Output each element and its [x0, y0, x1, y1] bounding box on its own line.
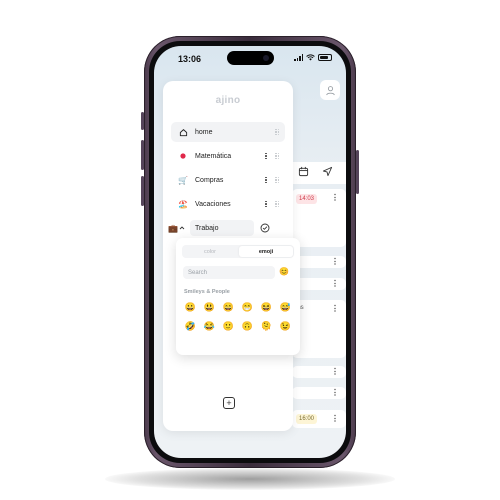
drag-handle-icon[interactable]	[273, 199, 281, 209]
user-icon	[325, 85, 335, 95]
status-bar: 13:06	[154, 46, 346, 72]
emoji-option[interactable]: 🙂	[219, 320, 238, 333]
phone-side-button	[141, 112, 144, 130]
more-options-icon[interactable]: ⋮	[331, 193, 339, 202]
stage: 13:06 14:03 ⋮ ⋮ ⋮ ⋮ ⋮ ⋮ 16:00 ⋮ ajino ho…	[0, 0, 500, 500]
task-card[interactable]: ons ⋮	[292, 300, 346, 358]
send-icon[interactable]	[322, 166, 333, 177]
battery-icon	[318, 54, 332, 61]
more-options-icon[interactable]	[262, 199, 270, 209]
drag-handle-icon[interactable]	[273, 127, 281, 137]
sidebar-item-label: home	[195, 128, 213, 136]
sidebar-item-label: Vacaciones	[195, 200, 231, 208]
emoji-option[interactable]: 🤣	[181, 320, 200, 333]
toolbar	[288, 162, 346, 184]
device-shadow	[105, 468, 395, 490]
shopping-cart-icon: 🛒	[178, 175, 188, 185]
emoji-option[interactable]: 😅	[276, 301, 295, 314]
tab-emoji[interactable]: emoji	[239, 246, 293, 257]
emoji-picker-trigger[interactable]: 💼	[168, 220, 190, 236]
signal-icon	[294, 54, 303, 61]
wifi-icon	[306, 54, 315, 61]
task-card[interactable]: 16:00 ⋮	[292, 410, 346, 428]
status-icons	[294, 54, 332, 61]
skin-tone-button[interactable]: 😊	[279, 267, 289, 276]
new-list-row: 💼 Trabajo	[168, 219, 280, 237]
task-card[interactable]: ⋮	[292, 256, 346, 268]
sidebar-item-matematica[interactable]: Matemática	[171, 146, 285, 166]
phone-power-button	[356, 150, 359, 194]
more-options-icon[interactable]	[262, 175, 270, 185]
more-options-icon[interactable]: ⋮	[331, 414, 339, 423]
emoji-search-input[interactable]: Search	[183, 266, 275, 279]
beach-umbrella-icon: 🏖️	[178, 199, 188, 209]
sidebar-item-label: Matemática	[195, 152, 232, 160]
emoji-category-label: Smileys & People	[184, 289, 230, 295]
red-dot-icon	[177, 150, 189, 162]
task-card[interactable]: ⋮	[292, 387, 346, 399]
status-time: 13:06	[178, 54, 202, 64]
home-icon	[177, 126, 189, 138]
emoji-option[interactable]: 🙃	[238, 320, 257, 333]
task-card[interactable]: ⋮	[292, 366, 346, 378]
time-chip: 14:03	[296, 194, 318, 204]
confirm-button[interactable]	[258, 221, 272, 235]
more-options-icon[interactable]: ⋮	[331, 279, 339, 288]
sidebar-item-vacaciones[interactable]: 🏖️ Vacaciones	[171, 194, 285, 214]
emoji-option[interactable]: 😄	[219, 301, 238, 314]
picker-tabs: color emoji	[182, 245, 294, 258]
more-options-icon[interactable]: ⋮	[331, 257, 339, 266]
phone-side-button	[141, 140, 144, 170]
emoji-option[interactable]: 😁	[238, 301, 257, 314]
task-card[interactable]: 14:03 ⋮	[292, 189, 346, 247]
phone-side-button	[141, 176, 144, 206]
emoji-option[interactable]: 😀	[181, 301, 200, 314]
more-options-icon[interactable]: ⋮	[331, 367, 339, 376]
emoji-grid: 😀 😃 😄 😁 😆 😅 🤣 😂 🙂 🙃 🫠 😉	[181, 301, 295, 333]
profile-button[interactable]	[320, 80, 340, 100]
sidebar-item-compras[interactable]: 🛒 Compras	[171, 170, 285, 190]
emoji-picker: color emoji Search 😊 Smileys & People 😀 …	[176, 238, 300, 355]
emoji-option[interactable]: 😂	[200, 320, 219, 333]
sidebar-item-home[interactable]: home	[171, 122, 285, 142]
more-options-icon[interactable]: ⋮	[331, 388, 339, 397]
drag-handle-icon[interactable]	[273, 175, 281, 185]
more-options-icon[interactable]: ⋮	[331, 304, 339, 313]
check-circle-icon	[260, 223, 270, 233]
more-options-icon[interactable]	[262, 151, 270, 161]
add-list-button[interactable]: +	[223, 397, 235, 409]
tab-color[interactable]: color	[183, 246, 237, 257]
camera-icon	[263, 55, 269, 61]
phone-screen: 13:06 14:03 ⋮ ⋮ ⋮ ⋮ ⋮ ⋮ 16:00 ⋮ ajino ho…	[154, 46, 346, 458]
emoji-option[interactable]: 😆	[257, 301, 276, 314]
app-logo: ajino	[215, 95, 241, 106]
list-name-input[interactable]: Trabajo	[190, 220, 254, 236]
task-card[interactable]: ⋮	[292, 278, 346, 290]
emoji-option[interactable]: 🫠	[257, 320, 276, 333]
chevron-up-icon	[179, 226, 185, 230]
emoji-option[interactable]: 😃	[200, 301, 219, 314]
emoji-option[interactable]: 😉	[276, 320, 295, 333]
sidebar-item-label: Compras	[195, 176, 224, 184]
briefcase-icon: 💼	[168, 223, 178, 233]
calendar-icon[interactable]	[298, 166, 309, 177]
dynamic-island	[227, 51, 274, 65]
drag-handle-icon[interactable]	[273, 151, 281, 161]
time-chip: 16:00	[296, 414, 318, 424]
